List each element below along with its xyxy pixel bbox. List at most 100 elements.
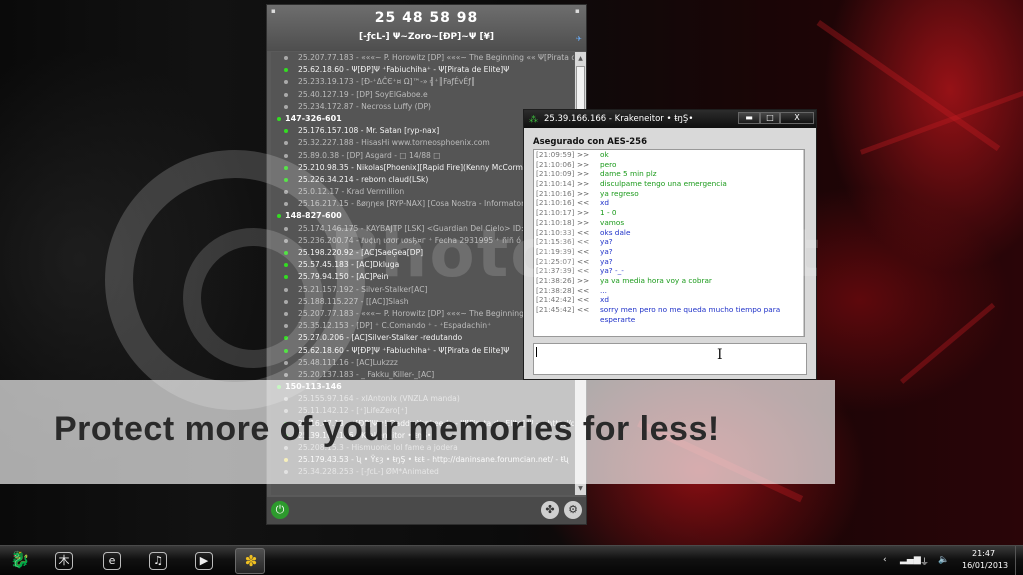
message-direction: << bbox=[577, 198, 590, 208]
clock-time[interactable]: 21:47 bbox=[972, 549, 995, 558]
message-timestamp: [21:10:06] bbox=[536, 159, 575, 169]
status-dot-icon bbox=[284, 141, 288, 146]
status-dot-icon bbox=[277, 116, 281, 121]
buddy-row[interactable]: 25.233.19.173 - [Đ-⁺ΔĈЄ⁺¤ Ω]™-» ╣⁺║FaƒÉv… bbox=[271, 76, 574, 88]
message-direction: << bbox=[577, 305, 590, 314]
message-timestamp: [21:42:42] bbox=[536, 295, 575, 305]
message-text: dame 5 min plz bbox=[600, 169, 657, 179]
taskbar: 🐉 木 e ♫ ▶ ✽ ‹ ▂▄▆ ⏚ 🔈 21:47 16/01/2013 bbox=[0, 545, 1023, 575]
message-text: xd bbox=[600, 295, 609, 305]
chat-message: [21:42:42] << xd bbox=[534, 295, 804, 305]
message-text: ya regreso bbox=[600, 188, 639, 198]
status-dot-icon bbox=[284, 68, 288, 73]
taskbar-button[interactable]: ✽ bbox=[235, 548, 265, 574]
message-input[interactable] bbox=[533, 343, 807, 375]
status-dot-icon bbox=[284, 153, 288, 158]
minimize-button[interactable]: ▬ bbox=[738, 112, 760, 124]
message-text: xd bbox=[600, 198, 609, 208]
app-wood-icon: 木 bbox=[55, 552, 73, 570]
status-dot-icon bbox=[284, 129, 288, 134]
wallpaper-streak bbox=[860, 81, 1023, 155]
wallpaper-streak bbox=[900, 302, 996, 384]
media-center-icon: ▶ bbox=[195, 552, 213, 570]
show-desktop-button[interactable] bbox=[1015, 546, 1023, 575]
message-timestamp: [21:10:16] bbox=[536, 188, 575, 198]
user-id: 25 48 58 98 bbox=[374, 10, 479, 26]
text-cursor-icon: I bbox=[717, 347, 723, 363]
buddy-header: ▪ ▪ 25 48 58 98 [-ƒcL-] Ψ~Zoro~[ĐP]~Ψ [¥… bbox=[267, 5, 586, 51]
buddy-row[interactable]: 25.62.18.60 - Ψ[ĐP]Ψ ⁺Fabiuchiha⁺ - Ψ[Pi… bbox=[271, 64, 574, 76]
group-label: 147-326-601 bbox=[285, 113, 342, 123]
clock-date[interactable]: 16/01/2013 bbox=[962, 561, 1008, 570]
message-timestamp: [21:45:42] bbox=[536, 305, 575, 314]
user-nickname: [-ƒcL-] Ψ~Zoro~[ĐP]~Ψ [¥] bbox=[358, 32, 495, 42]
start-dragon-icon: 🐉 bbox=[10, 550, 30, 569]
buddy-label: 25.207.77.183 - «««~ P. Horowitz [DP] ««… bbox=[298, 53, 574, 62]
message-direction: >> bbox=[577, 159, 590, 169]
watermark-banner-text: Protect more of your memories for less! bbox=[54, 410, 720, 448]
status-dot-icon bbox=[284, 56, 288, 60]
message-text: sorry men pero no me queda mucho tiempo … bbox=[600, 305, 781, 324]
watermark-logo bbox=[105, 150, 365, 410]
message-text: pero bbox=[600, 159, 617, 169]
chat-titlebar[interactable]: ⁂ 25.39.166.166 - Krakeneitor • ŧŋŞ• ▬ □… bbox=[524, 110, 816, 128]
message-direction: >> bbox=[577, 169, 590, 179]
buddy-label: 25.40.127.19 - [DP] SoyElGaboe.e bbox=[298, 89, 428, 99]
pin-window-icon[interactable]: ✈ bbox=[576, 36, 583, 43]
message-timestamp: [21:09:59] bbox=[536, 150, 575, 159]
status-dot-icon bbox=[284, 92, 288, 97]
buddy-label: 25.233.19.173 - [Đ-⁺ΔĈЄ⁺¤ Ω]™-» ╣⁺║FaƒÉv… bbox=[298, 77, 476, 87]
scroll-up-icon[interactable]: ▲ bbox=[576, 54, 585, 63]
taskbar-button[interactable]: ▶ bbox=[189, 548, 219, 574]
chat-message: [21:10:14] >> disculpame tengo una emergen… bbox=[534, 179, 804, 189]
buddy-label: 25.62.18.60 - Ψ[ĐP]Ψ ⁺Fabiuchiha⁺ - Ψ[Pi… bbox=[298, 65, 510, 75]
message-timestamp: [21:10:14] bbox=[536, 179, 575, 189]
message-direction: >> bbox=[577, 179, 590, 189]
chat-message: [21:10:09] >> dame 5 min plz bbox=[534, 169, 804, 179]
chat-title: 25.39.166.166 - Krakeneitor • ŧŋŞ• bbox=[544, 114, 694, 124]
volume-icon[interactable]: 🔈 bbox=[938, 555, 949, 565]
message-timestamp: [21:10:09] bbox=[536, 169, 575, 179]
internet-explorer-icon: e bbox=[103, 552, 121, 570]
text-caret bbox=[536, 347, 537, 357]
watermark-word: Photobucket bbox=[330, 215, 822, 292]
power-icon[interactable]: ⏻ bbox=[271, 501, 289, 519]
show-hidden-icons-icon[interactable]: ‹ bbox=[883, 555, 887, 565]
close-button[interactable]: X bbox=[780, 112, 814, 124]
status-dot-icon bbox=[284, 80, 288, 85]
message-timestamp: [21:10:16] bbox=[536, 198, 575, 208]
buddy-row[interactable]: 25.207.77.183 - «««~ P. Horowitz [DP] ««… bbox=[271, 52, 574, 64]
scroll-down-icon[interactable]: ▼ bbox=[576, 484, 585, 493]
buddy-label: 25.234.172.87 - Necross Luffy (DP) bbox=[298, 101, 431, 111]
message-text: disculpame tengo una emergencia bbox=[600, 179, 727, 189]
network-icon: ⁂ bbox=[529, 115, 538, 125]
buddy-label: 25.32.227.188 - HisasHi www.torneosphoen… bbox=[298, 138, 490, 148]
taskbar-button[interactable]: 木 bbox=[49, 548, 79, 574]
chat-app-icon: ✽ bbox=[244, 552, 258, 570]
windows-media-player-icon: ♫ bbox=[149, 552, 167, 570]
taskbar-button[interactable]: ♫ bbox=[143, 548, 173, 574]
buddy-label: 25.210.98.35 - Nikolas[Phoenix][Rapid Fi… bbox=[298, 162, 537, 172]
chat-message: [21:10:06] >> pero bbox=[534, 160, 804, 170]
encryption-status: Asegurado con AES-256 bbox=[533, 137, 648, 147]
maximize-button[interactable]: □ bbox=[760, 112, 780, 124]
buddy-footer: ⏻ ✤ ⚙ bbox=[267, 497, 586, 524]
power-plug-icon[interactable]: ⏚ bbox=[920, 555, 929, 568]
taskbar-button[interactable]: 🐉 bbox=[4, 548, 34, 574]
message-direction: << bbox=[577, 295, 590, 305]
message-direction: >> bbox=[577, 188, 590, 198]
buddy-row[interactable]: 25.40.127.19 - [DP] SoyElGaboe.e bbox=[271, 89, 574, 101]
chat-message: [21:09:59] >> ok bbox=[534, 150, 804, 160]
buddy-label: 25.89.0.38 - [DP] Asgard - □ 14/88 □ bbox=[298, 150, 441, 160]
signal-icon[interactable]: ▂▄▆ bbox=[900, 555, 921, 565]
settings-gear-icon[interactable]: ⚙ bbox=[564, 501, 582, 519]
message-text: ok bbox=[600, 150, 609, 159]
chat-message: [21:45:42] << sorry men pero no me queda m… bbox=[534, 305, 804, 324]
buddy-label: 25.176.157.108 - Mr. Satan [ryp-nax] bbox=[298, 126, 440, 136]
taskbar-button[interactable]: e bbox=[97, 548, 127, 574]
status-dot-icon bbox=[284, 104, 288, 109]
chat-message: [21:10:16] << xd bbox=[534, 198, 804, 208]
message-direction: >> bbox=[577, 150, 590, 159]
chat-message: [21:10:16] >> ya regreso bbox=[534, 189, 804, 199]
status-icon[interactable]: ✤ bbox=[541, 501, 559, 519]
